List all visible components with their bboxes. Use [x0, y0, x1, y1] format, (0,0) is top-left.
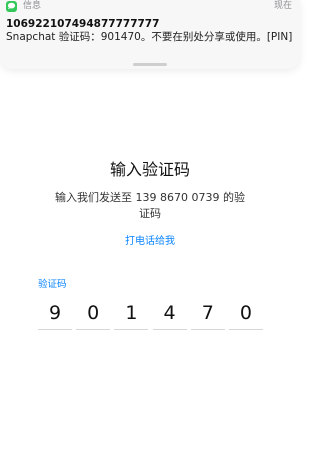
notification-header: 信息 — [6, 0, 41, 12]
notification-sender: 106922107494877777777 — [6, 18, 160, 30]
code-field-label: 验证码 — [38, 279, 67, 290]
code-digit-4[interactable]: 4 — [152, 298, 187, 330]
call-me-link[interactable]: 打电话给我 — [0, 235, 300, 249]
page-title: 输入验证码 — [109, 160, 190, 179]
code-digit-5[interactable]: 7 — [190, 298, 225, 330]
notification-body: Snapchat 验证码：901470。不要在别处分享或使用。[PIN] — [6, 31, 293, 43]
code-digit-2[interactable]: 0 — [76, 298, 111, 330]
verification-code-input[interactable]: 9 0 1 4 7 0 — [38, 298, 263, 330]
message-notification[interactable]: 信息 现在 106922107494877777777 Snapchat 验证码… — [0, 0, 300, 69]
verification-instructions: 输入我们发送至 139 8670 0739 的验证码 — [55, 191, 245, 220]
screen: 信息 现在 106922107494877777777 Snapchat 验证码… — [0, 0, 300, 450]
notification-grabber[interactable] — [133, 63, 167, 66]
notification-time: 现在 — [273, 1, 292, 11]
code-digit-3[interactable]: 1 — [114, 298, 149, 330]
messages-icon — [6, 0, 17, 12]
notification-app-name: 信息 — [23, 1, 42, 11]
code-digit-1[interactable]: 9 — [38, 298, 72, 330]
code-digit-6[interactable]: 0 — [228, 298, 263, 330]
